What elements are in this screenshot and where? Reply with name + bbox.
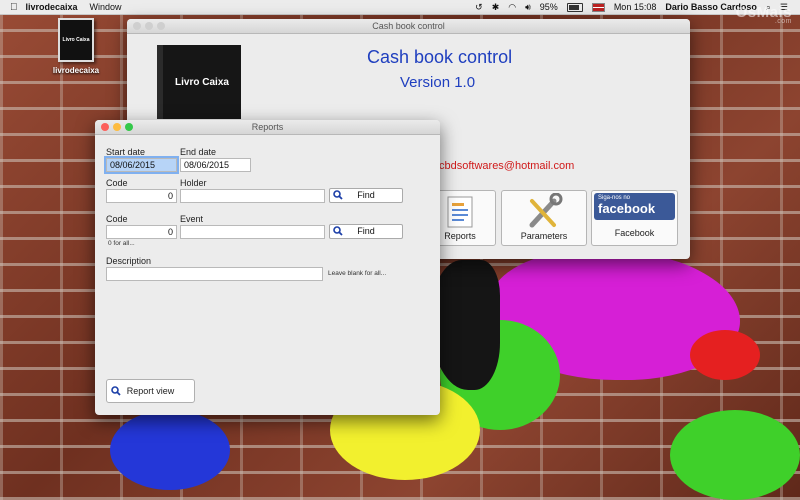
battery-icon[interactable]: [566, 2, 583, 12]
livro-caixa-book-image: Livro Caixa: [157, 45, 241, 119]
magnifier-icon: [333, 226, 343, 236]
main-window-titlebar[interactable]: Cash book control: [127, 19, 690, 34]
close-button[interactable]: [101, 123, 109, 131]
main-window-title: Cash book control: [372, 21, 445, 31]
menu-clock[interactable]: Mon 15:08: [614, 2, 657, 12]
facebook-button-label: Facebook: [614, 228, 655, 238]
start-date-input[interactable]: [106, 158, 177, 172]
holder-code-input[interactable]: [106, 189, 177, 203]
reports-window: Reports Start date End date Code Holder …: [95, 120, 440, 415]
code-hint: 0 for all...: [108, 240, 135, 247]
paint-splash-green-right: [670, 410, 800, 500]
menu-app-name[interactable]: livrodecaixa: [26, 2, 78, 12]
minimize-button[interactable]: [145, 22, 153, 30]
minimize-button[interactable]: [113, 123, 121, 131]
facebook-logo: Siga-nos no facebook: [594, 193, 675, 220]
close-button[interactable]: [133, 22, 141, 30]
menu-bar:  livrodecaixa Window ↺ ✱ ◠ 🔊︎ 95% Mon 1…: [0, 0, 800, 15]
code-label: Code: [106, 178, 128, 188]
book-cover-text: Livro Caixa: [175, 76, 229, 88]
time-machine-icon[interactable]: ↺: [475, 2, 483, 13]
osmais-watermark: OsMais .com: [736, 4, 792, 25]
code-label: Code: [106, 214, 128, 224]
facebook-badge-main: facebook: [598, 201, 656, 216]
start-date-label: Start date: [106, 147, 146, 157]
event-code-input[interactable]: [106, 225, 177, 239]
zoom-button[interactable]: [157, 22, 165, 30]
event-label: Event: [180, 214, 204, 224]
app-heading: Cash book control: [367, 47, 513, 67]
magnifier-icon: [333, 190, 343, 200]
description-hint: Leave blank for all...: [328, 270, 387, 277]
facebook-button[interactable]: Siga-nos no facebook Facebook: [591, 190, 678, 246]
find-button-label: Find: [357, 226, 375, 236]
desktop-icon-livrodecaixa[interactable]: Livro Caixa livrodecaixa: [50, 18, 102, 75]
description-input[interactable]: [106, 267, 323, 281]
menu-window[interactable]: Window: [90, 2, 122, 12]
bluetooth-icon[interactable]: ✱: [492, 2, 500, 13]
book-icon: Livro Caixa: [58, 18, 94, 62]
find-button-label: Find: [357, 190, 375, 200]
magnifier-icon: [111, 386, 121, 396]
holder-input[interactable]: [180, 189, 325, 203]
end-date-label: End date: [180, 147, 217, 157]
end-date-input[interactable]: [180, 158, 251, 172]
window-controls: [133, 22, 165, 30]
report-view-label: Report view: [126, 386, 175, 396]
volume-icon[interactable]: 🔊︎: [525, 2, 531, 13]
battery-percent[interactable]: 95%: [540, 2, 558, 12]
parameters-button-label: Parameters: [520, 231, 568, 241]
flag-icon[interactable]: [591, 2, 605, 12]
event-input[interactable]: [180, 225, 325, 239]
app-version: Version 1.0: [400, 74, 476, 91]
apple-menu-icon[interactable]: : [10, 2, 18, 13]
reports-window-title: Reports: [251, 122, 284, 132]
zoom-button[interactable]: [125, 123, 133, 131]
book-icon-text: Livro Caixa: [62, 37, 90, 43]
wifi-icon[interactable]: ◠: [508, 2, 516, 13]
reports-icon: [447, 196, 473, 228]
find-event-button[interactable]: Find: [329, 224, 403, 239]
parameters-button[interactable]: Parameters: [501, 190, 587, 246]
desktop-icon-label: livrodecaixa: [52, 66, 100, 75]
paint-splash-red: [690, 330, 760, 380]
contact-email[interactable]: cbdsoftwares@hotmail.com: [439, 160, 574, 172]
reports-window-controls: [101, 123, 133, 131]
paint-splash-blue: [110, 410, 230, 490]
find-holder-button[interactable]: Find: [329, 188, 403, 203]
tools-icon: [529, 192, 563, 228]
report-view-button[interactable]: Report view: [106, 379, 195, 403]
reports-window-titlebar[interactable]: Reports: [95, 120, 440, 135]
holder-label: Holder: [180, 178, 207, 188]
description-label: Description: [106, 256, 152, 266]
